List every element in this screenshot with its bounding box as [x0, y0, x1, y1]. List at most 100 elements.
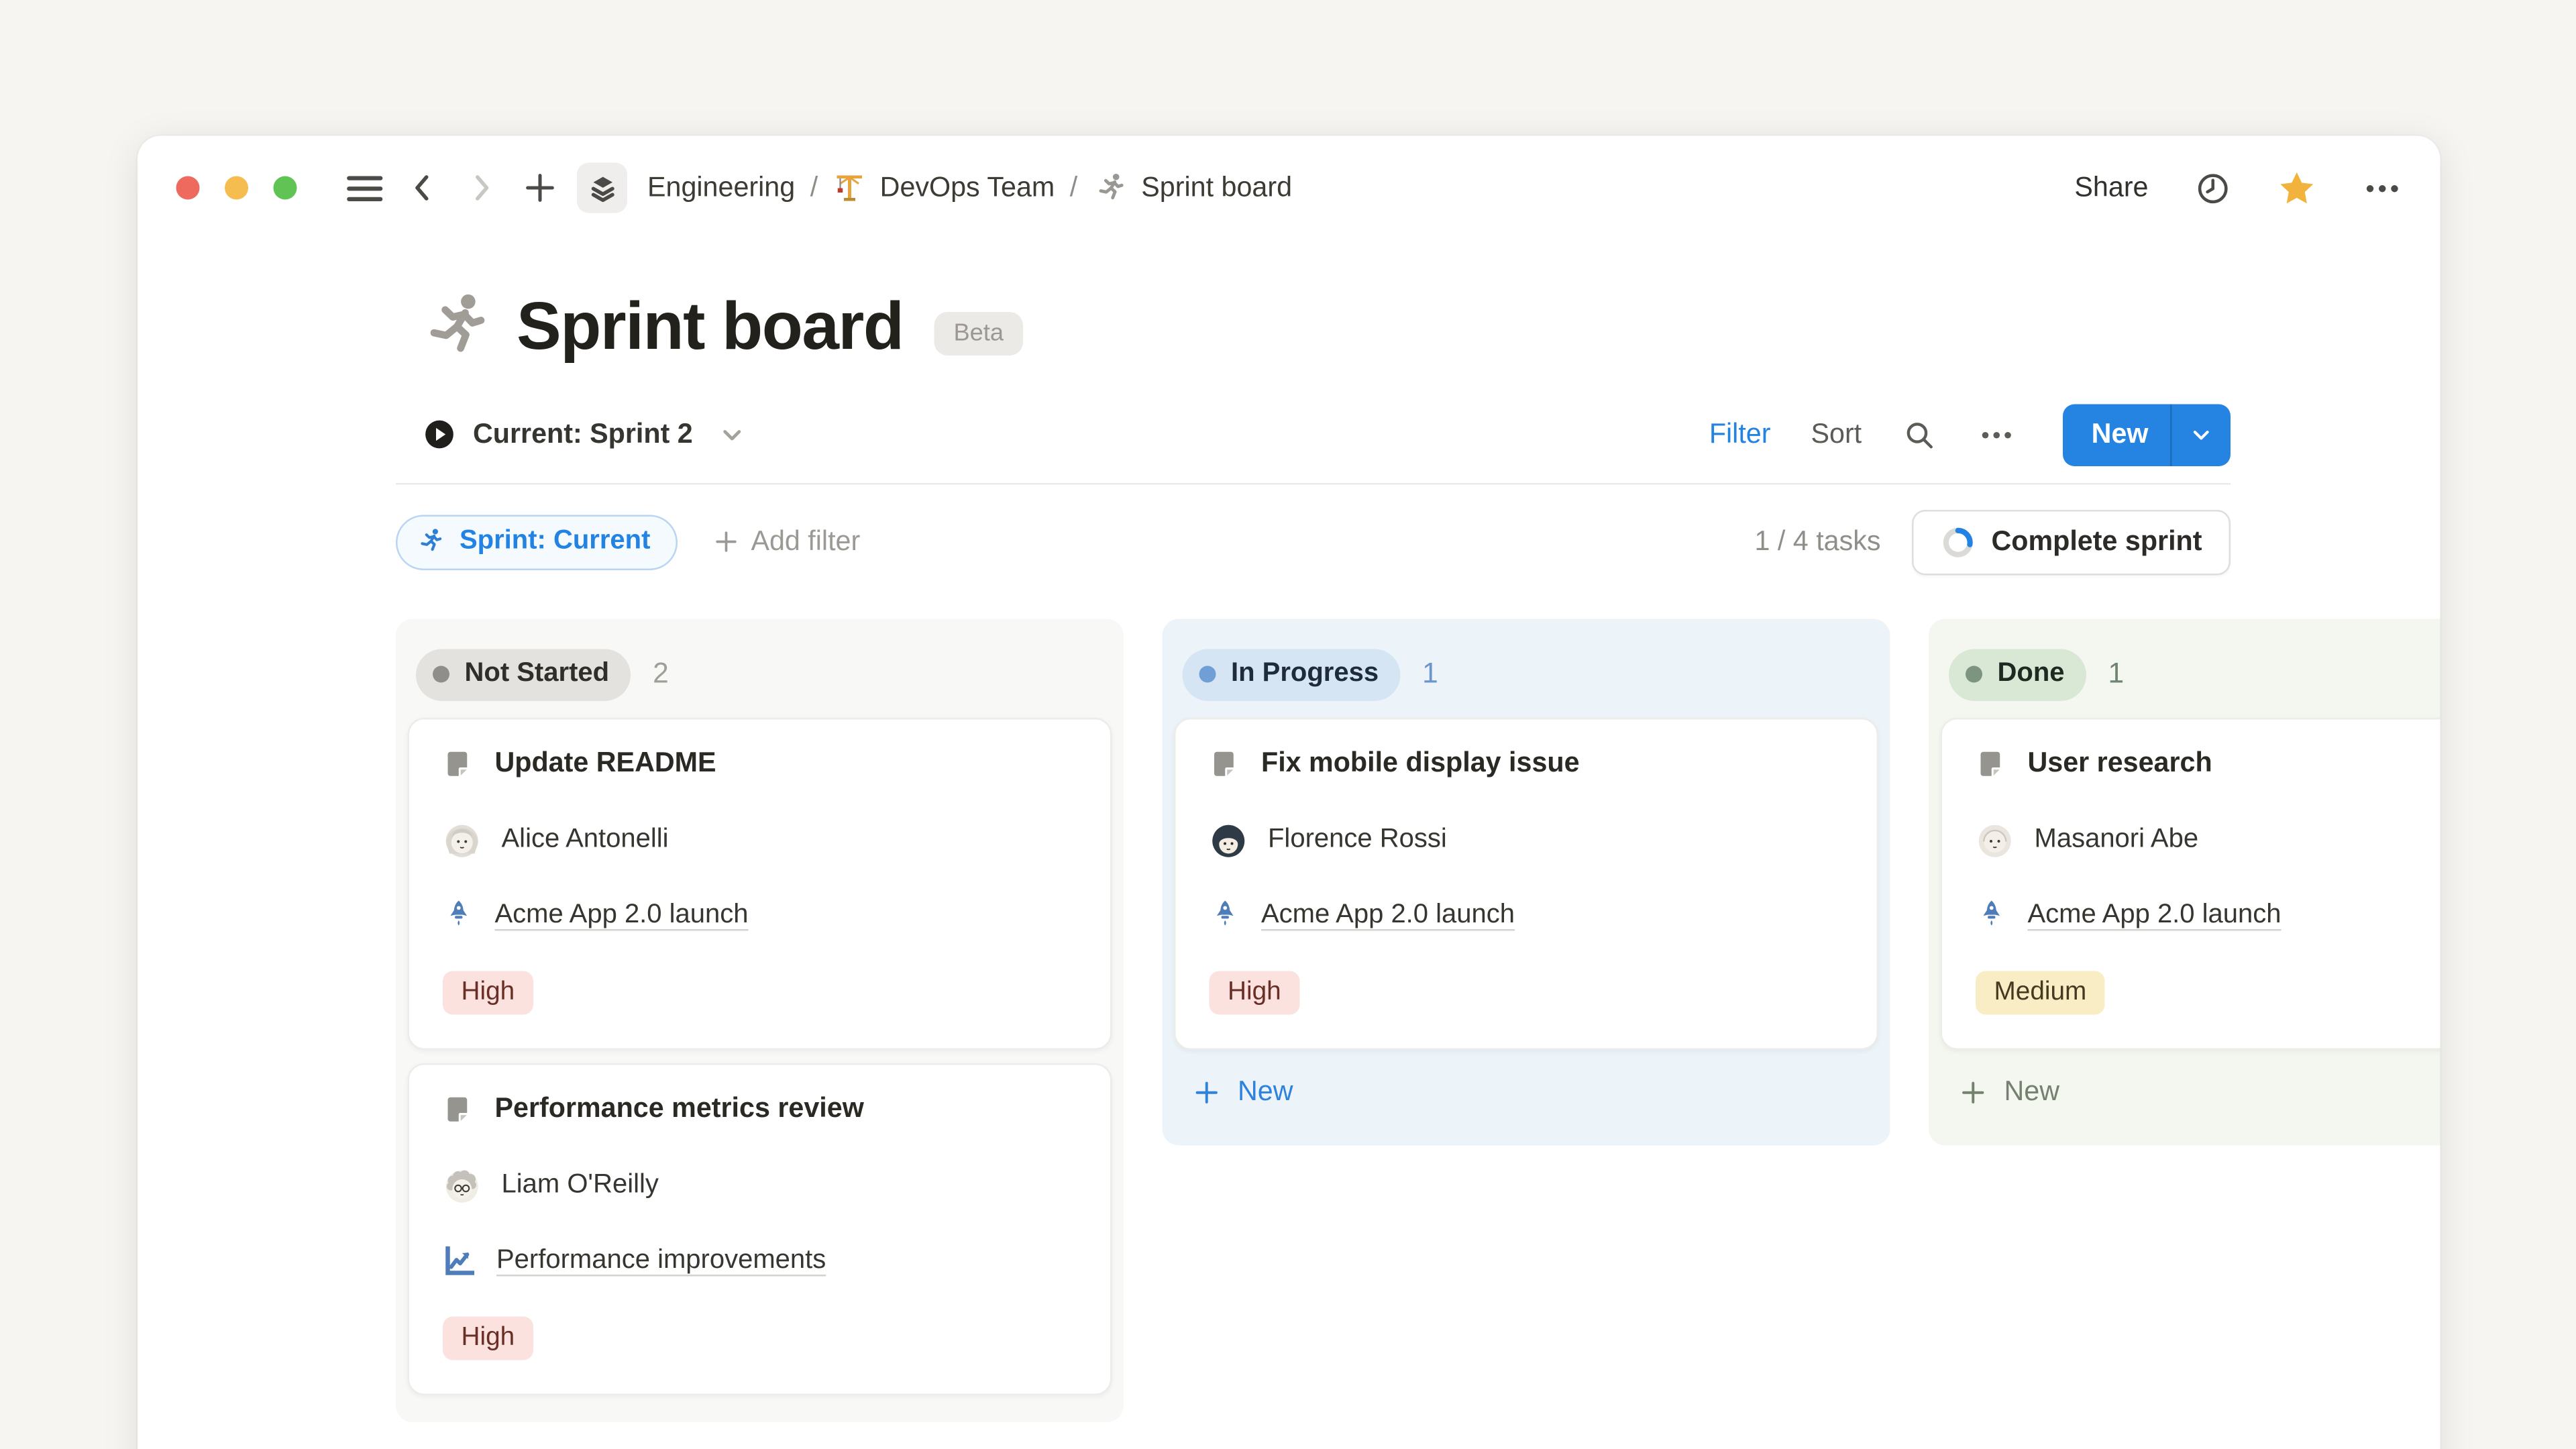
zoom-window-button[interactable]	[274, 176, 297, 200]
updates-button[interactable]	[2194, 168, 2233, 207]
sprint-filter-chip[interactable]: Sprint: Current	[396, 514, 677, 570]
column-count: 1	[2108, 657, 2125, 691]
add-filter-button[interactable]: Add filter	[712, 526, 860, 558]
project-link[interactable]: Acme App 2.0 launch	[495, 901, 749, 931]
column-header: Not Started 2	[408, 631, 1112, 718]
add-card-button-in-progress[interactable]: New	[1174, 1050, 1878, 1134]
assignee-row: Florence Rossi	[1210, 820, 1843, 861]
breadcrumb-sprint-board[interactable]: Sprint board	[1093, 170, 1292, 206]
sprint-filter-label: Sprint: Current	[460, 527, 650, 557]
status-label: Not Started	[465, 659, 610, 690]
priority-row: Medium	[1976, 971, 2440, 1015]
breadcrumb-devops-team[interactable]: DevOps Team	[833, 171, 1055, 205]
column-count: 1	[1422, 657, 1438, 691]
star-icon	[2277, 168, 2316, 207]
task-card-performance-metrics-review[interactable]: Performance metrics review	[408, 1063, 1112, 1395]
complete-sprint-label: Complete sprint	[1991, 526, 2202, 558]
project-row: Acme App 2.0 launch	[443, 896, 1077, 936]
favorite-button[interactable]	[2277, 168, 2316, 207]
view-dropdown-button[interactable]	[718, 420, 747, 449]
ellipsis-icon	[2361, 167, 2404, 209]
chevron-right-icon	[463, 170, 500, 207]
project-link[interactable]: Performance improvements	[496, 1246, 826, 1277]
breadcrumb: Engineering / DevOps Team / Sprint board	[647, 170, 1292, 206]
status-dot	[433, 666, 449, 683]
page-icon-button[interactable]	[418, 288, 497, 367]
filter-bar: Sprint: Current Add filter 1 / 4 tasks C…	[396, 508, 2231, 576]
more-options-button[interactable]	[2361, 167, 2404, 209]
clock-icon	[2194, 168, 2233, 207]
chevron-down-icon	[2189, 422, 2214, 447]
column-count: 2	[653, 657, 669, 691]
filter-toggle[interactable]: Filter	[1709, 419, 1771, 451]
assignee-name: Masanori Abe	[2035, 825, 2199, 855]
view-bar: Current: Sprint 2 Filter Sort New	[423, 401, 2231, 468]
project-link[interactable]: Acme App 2.0 launch	[1261, 901, 1515, 931]
window-topbar: Engineering / DevOps Team / Sprint board…	[138, 136, 2440, 233]
close-window-button[interactable]	[176, 176, 200, 200]
new-task-button[interactable]: New	[2063, 403, 2170, 466]
rocket-icon	[443, 898, 475, 934]
new-task-split-button[interactable]: New	[2063, 403, 2231, 466]
sort-toggle[interactable]: Sort	[1811, 419, 1862, 451]
beta-badge: Beta	[933, 312, 1024, 356]
column-in-progress: In Progress 1 Fix mobile display issue	[1163, 619, 1890, 1146]
kanban-board: Not Started 2 Update README	[396, 619, 2440, 1423]
priority-row: High	[1210, 971, 1843, 1015]
project-link[interactable]: Acme App 2.0 launch	[2028, 901, 2282, 931]
screen: Engineering / DevOps Team / Sprint board…	[0, 0, 2576, 1449]
breadcrumb-label: DevOps Team	[880, 172, 1055, 204]
share-button[interactable]: Share	[2074, 172, 2148, 204]
card-title-row: Performance metrics review	[443, 1093, 1077, 1126]
chart-increasing-icon	[443, 1244, 476, 1278]
rocket-icon	[1210, 898, 1242, 934]
priority-badge: Medium	[1976, 971, 2105, 1015]
search-icon	[1902, 417, 1937, 452]
assignee-row: Alice Antonelli	[443, 820, 1077, 861]
divider	[396, 483, 2231, 485]
view-tab-current-sprint[interactable]: Current: Sprint 2	[423, 418, 747, 451]
view-tab-label: Current: Sprint 2	[473, 419, 693, 451]
nav-forward-button[interactable]	[460, 163, 503, 213]
avatar-alice	[443, 821, 482, 860]
page-title[interactable]: Sprint board	[517, 289, 903, 365]
page-icon	[443, 749, 473, 779]
priority-badge: High	[443, 971, 533, 1015]
card-title: Fix mobile display issue	[1261, 748, 1580, 780]
rocket-icon	[1976, 898, 2008, 934]
card-title-row: Fix mobile display issue	[1210, 748, 1843, 780]
teamspace-icon-button[interactable]	[577, 163, 627, 213]
task-card-user-research[interactable]: User research Masanori Abe	[1941, 718, 2440, 1050]
minimize-window-button[interactable]	[225, 176, 248, 200]
complete-sprint-button[interactable]: Complete sprint	[1913, 509, 2231, 575]
status-badge-in-progress[interactable]: In Progress	[1183, 648, 1401, 700]
card-title-row: User research	[1976, 748, 2440, 780]
assignee-name: Florence Rossi	[1268, 825, 1447, 855]
card-list: Fix mobile display issue	[1174, 718, 1878, 1050]
view-more-button[interactable]	[1978, 415, 2017, 454]
add-card-button-done[interactable]: New	[1941, 1050, 2440, 1134]
chevron-left-icon	[405, 170, 441, 207]
search-button[interactable]	[1902, 417, 1937, 452]
card-list: Update README	[408, 718, 1112, 1395]
topbar-actions: Share	[2074, 167, 2403, 209]
nav-back-button[interactable]	[401, 163, 445, 213]
status-label: In Progress	[1231, 659, 1379, 690]
play-circle-icon	[423, 418, 456, 451]
priority-row: High	[443, 971, 1077, 1015]
runner-icon	[418, 288, 497, 367]
status-badge-done[interactable]: Done	[1949, 648, 2086, 700]
breadcrumb-engineering[interactable]: Engineering	[647, 172, 795, 204]
sidebar-menu-button[interactable]	[342, 163, 386, 213]
new-task-dropdown-button[interactable]	[2172, 403, 2231, 466]
task-card-fix-mobile-display-issue[interactable]: Fix mobile display issue	[1174, 718, 1878, 1050]
assignee-name: Liam O'Reilly	[502, 1171, 659, 1201]
status-badge-not-started[interactable]: Not Started	[416, 648, 631, 700]
page-icon	[1976, 749, 2006, 779]
avatar-florence	[1210, 821, 1248, 860]
crane-icon	[833, 171, 867, 205]
filter-bar-right: 1 / 4 tasks Complete sprint	[1754, 509, 2231, 575]
new-page-button[interactable]	[519, 163, 562, 213]
task-card-update-readme[interactable]: Update README	[408, 718, 1112, 1050]
runner-icon	[416, 527, 446, 557]
